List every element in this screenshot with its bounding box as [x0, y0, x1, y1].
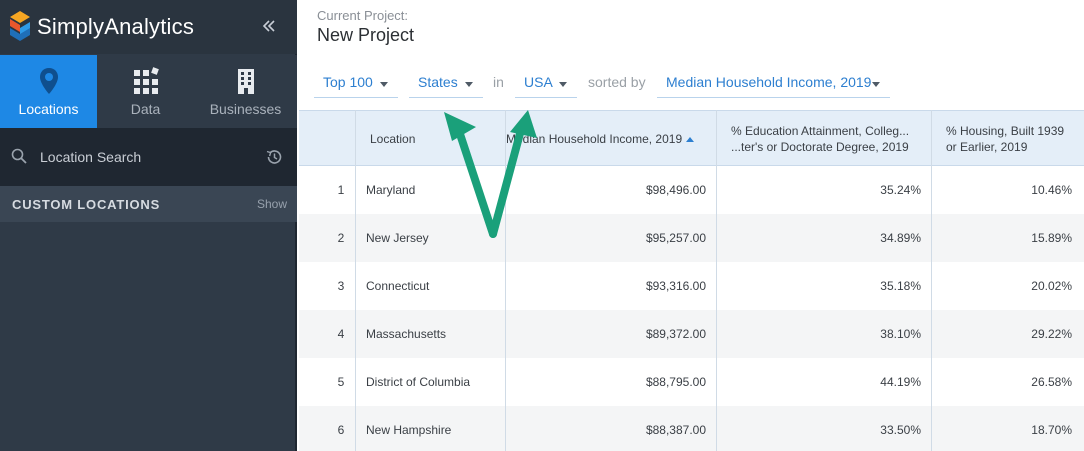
tab-businesses-label: Businesses [209, 101, 282, 117]
column-header-education-line1: % Education Attainment, Colleg... [731, 124, 910, 138]
grid-icon [133, 67, 159, 94]
region-value: USA [524, 74, 553, 90]
row-education: 35.24% [880, 183, 921, 197]
main-panel: Current Project: New Project Top 100 Sta… [299, 0, 1084, 451]
history-icon[interactable] [265, 148, 283, 166]
building-icon [237, 69, 254, 94]
column-divider [931, 110, 932, 451]
row-housing: 20.02% [1031, 279, 1072, 293]
row-education: 33.50% [880, 423, 921, 437]
in-label: in [493, 74, 504, 90]
row-education: 38.10% [880, 327, 921, 341]
row-housing: 26.58% [1031, 375, 1072, 389]
row-income: $93,316.00 [645, 279, 706, 293]
column-header-income[interactable]: Median Household Income, 2019 [506, 131, 710, 147]
row-location: District of Columbia [366, 375, 471, 389]
sort-ascending-icon[interactable] [686, 137, 695, 143]
row-income: $95,257.00 [645, 231, 706, 245]
column-divider [355, 110, 356, 451]
map-pin-icon [39, 68, 58, 94]
geo-type-dropdown[interactable]: States [409, 68, 483, 98]
search-icon [11, 148, 27, 164]
sidebar: SimplyAnalytics Locations Data Businesse… [0, 0, 297, 451]
custom-locations-header: CUSTOM LOCATIONS Show [0, 186, 297, 222]
column-header-housing[interactable]: % Housing, Built 1939 or Earlier, 2019 [946, 123, 1081, 155]
geo-type-value: States [418, 74, 458, 90]
app-name: SimplyAnalytics [37, 14, 195, 39]
table-row[interactable]: 6 New Hampshire $88,387.00 33.50% 18.70% [299, 406, 1084, 451]
row-housing: 10.46% [1031, 183, 1072, 197]
top-count-dropdown[interactable]: Top 100 [314, 68, 398, 98]
location-search [0, 128, 297, 186]
row-location: New Jersey [366, 231, 429, 245]
current-project-label: Current Project: [317, 8, 409, 23]
app-logo-icon [10, 11, 30, 41]
row-income: $88,387.00 [645, 423, 706, 437]
sort-variable-dropdown[interactable]: Median Household Income, 2019 [657, 68, 890, 98]
column-divider [716, 110, 717, 451]
table-row[interactable]: 3 Connecticut $93,316.00 35.18% 20.02% [299, 262, 1084, 310]
row-education: 44.19% [880, 375, 921, 389]
custom-locations-show-toggle[interactable]: Show [257, 197, 287, 211]
column-header-housing-line2: or Earlier, 2019 [946, 140, 1028, 154]
chevron-down-icon [465, 82, 473, 87]
row-income: $98,496.00 [645, 183, 706, 197]
table-row[interactable]: 4 Massachusetts $89,372.00 38.10% 29.22% [299, 310, 1084, 358]
tab-businesses[interactable]: Businesses [194, 55, 297, 128]
column-header-housing-line1: % Housing, Built 1939 [946, 124, 1065, 138]
tab-locations-label: Locations [18, 101, 79, 117]
top-count-value: Top 100 [323, 74, 373, 90]
sidebar-tabs: Locations Data Businesses [0, 55, 297, 128]
row-education: 35.18% [880, 279, 921, 293]
row-location: Connecticut [366, 279, 430, 293]
table-row[interactable]: 2 New Jersey $95,257.00 34.89% 15.89% [299, 214, 1084, 262]
row-education: 34.89% [880, 231, 921, 245]
tab-data[interactable]: Data [97, 55, 194, 128]
row-income: $88,795.00 [645, 375, 706, 389]
column-header-income-label: Median Household Income, 2019 [506, 132, 683, 146]
region-dropdown[interactable]: USA [515, 68, 577, 98]
chevron-down-icon [559, 82, 567, 87]
column-header-education[interactable]: % Education Attainment, Colleg... ...ter… [731, 123, 921, 155]
table-header: Location Median Household Income, 2019 %… [299, 110, 1084, 166]
sort-variable-value: Median Household Income, 2019 [666, 74, 872, 90]
ranking-table: Location Median Household Income, 2019 %… [299, 110, 1084, 451]
row-income: $89,372.00 [645, 327, 706, 341]
row-location: New Hampshire [366, 423, 452, 437]
table-row[interactable]: 5 District of Columbia $88,795.00 44.19%… [299, 358, 1084, 406]
tab-data-label: Data [130, 101, 161, 117]
column-divider [505, 110, 506, 451]
location-search-input[interactable] [40, 145, 250, 169]
tab-locations[interactable]: Locations [0, 55, 97, 128]
row-location: Maryland [366, 183, 416, 197]
chevron-down-icon [380, 82, 388, 87]
custom-locations-title: CUSTOM LOCATIONS [12, 197, 161, 212]
ranking-filters: Top 100 States in USA sorted by Median H… [299, 60, 1084, 106]
row-housing: 29.22% [1031, 327, 1072, 341]
row-location: Massachusetts [366, 327, 447, 341]
row-housing: 15.89% [1031, 231, 1072, 245]
chevron-down-icon [872, 82, 880, 87]
project-name[interactable]: New Project [317, 25, 414, 46]
row-housing: 18.70% [1031, 423, 1072, 437]
collapse-sidebar-icon[interactable] [261, 17, 277, 35]
table-row[interactable]: 1 Maryland $98,496.00 35.24% 10.46% [299, 166, 1084, 214]
column-header-education-line2: ...ter's or Doctorate Degree, 2019 [731, 140, 909, 154]
column-header-location[interactable]: Location [370, 131, 415, 147]
sorted-by-label: sorted by [588, 74, 646, 90]
brand-bar: SimplyAnalytics [0, 0, 297, 54]
